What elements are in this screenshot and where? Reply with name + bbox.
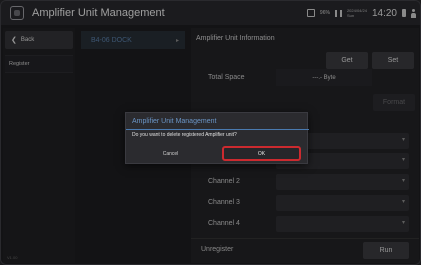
dialog-divider	[126, 129, 309, 130]
confirm-dialog: Amplifier Unit Management Do you want to…	[125, 112, 309, 164]
app-window: Amplifier Unit Management 96% 2024/04/24…	[0, 0, 421, 265]
cancel-button[interactable]: Cancel	[136, 147, 205, 160]
dialog-message: Do you want to delete registered Amplifi…	[132, 132, 237, 138]
dialog-title: Amplifier Unit Management	[132, 118, 217, 125]
ok-button[interactable]: OK	[222, 146, 301, 161]
